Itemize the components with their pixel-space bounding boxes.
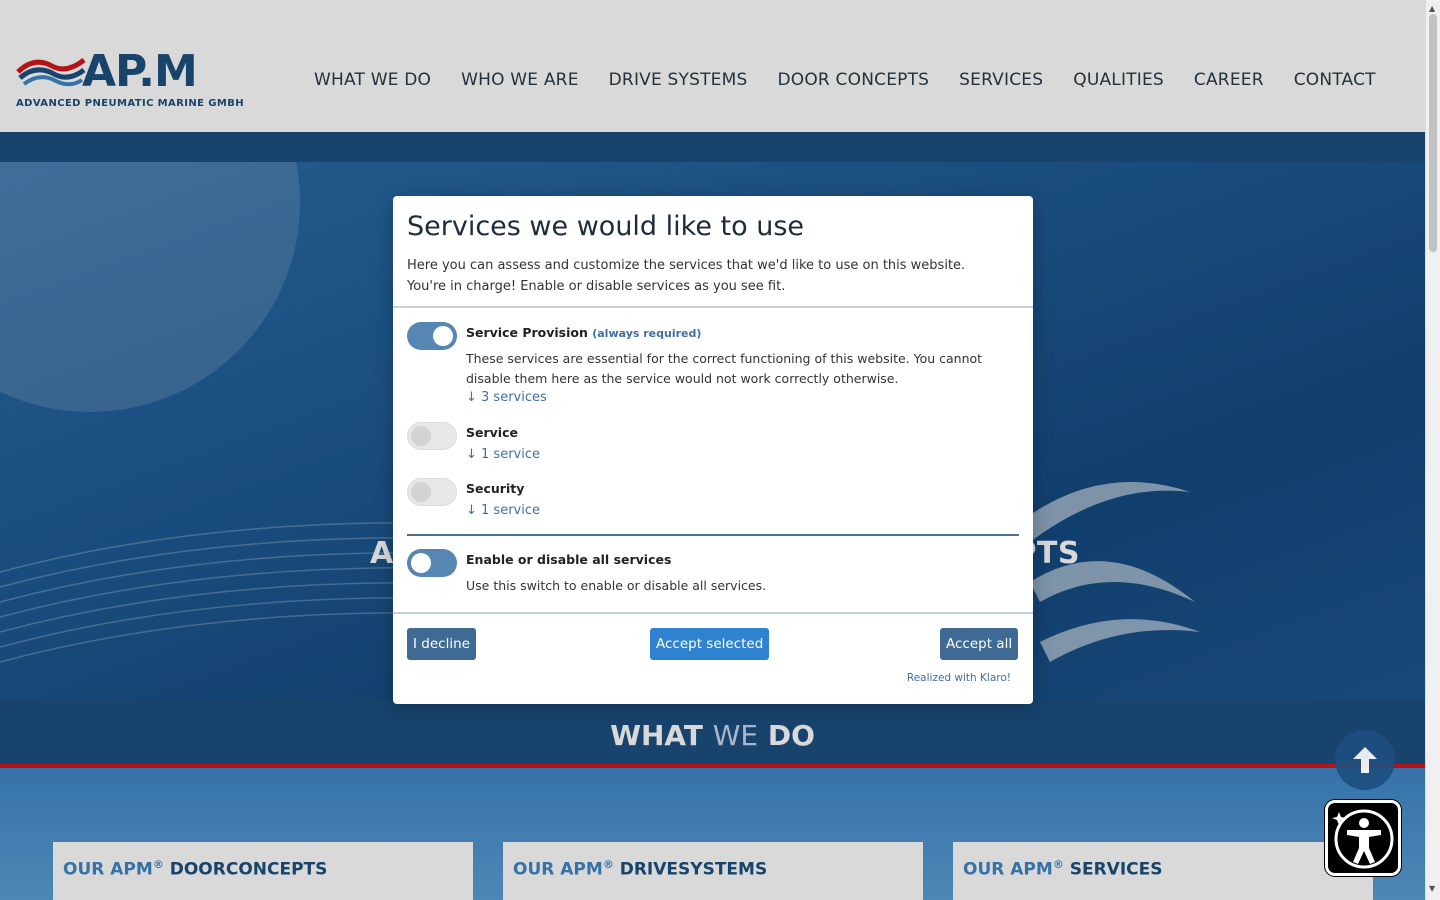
accept-selected-button[interactable]: Accept selected: [650, 628, 770, 660]
purpose-security: Security ↓ 1 service: [466, 481, 540, 518]
purpose-title: Service Provision (always required): [466, 325, 1006, 340]
toggle-knob: [411, 426, 431, 446]
accept-all-button[interactable]: Accept all: [940, 628, 1019, 660]
modal-footer: I decline Accept selected Accept all Rea…: [393, 614, 1033, 702]
decline-button[interactable]: I decline: [407, 628, 476, 660]
purpose-description: These services are essential for the cor…: [466, 351, 983, 386]
modal-title: Services we would like to use: [407, 211, 804, 242]
toggle-knob: [433, 326, 453, 346]
toggle-knob: [411, 482, 431, 502]
page-scrollbar[interactable]: ▲ ▼: [1425, 0, 1440, 900]
toggle-all-services[interactable]: [407, 549, 457, 577]
toggle-service[interactable]: [407, 422, 457, 450]
purpose-title: Service: [466, 425, 518, 440]
arrow-up-icon: [1353, 747, 1377, 773]
purpose-title: Security: [466, 481, 525, 496]
always-required-label: (always required): [592, 327, 702, 340]
purpose-services-link[interactable]: ↓ 3 services: [466, 390, 1006, 405]
all-services-description: Use this switch to enable or disable all…: [466, 578, 767, 593]
scroll-down-arrow-icon[interactable]: ▼: [1429, 884, 1435, 893]
scrollbar-thumb[interactable]: [1429, 14, 1437, 252]
scroll-to-top-button[interactable]: [1335, 730, 1395, 790]
scroll-up-arrow-icon[interactable]: ▲: [1429, 4, 1435, 13]
purpose-service-provision: Service Provision (always required) Thes…: [466, 325, 1006, 405]
all-services-control: Enable or disable all services Use this …: [466, 552, 1006, 596]
purpose-service: Service ↓ 1 service: [466, 425, 540, 462]
modal-header: Services we would like to use Here you c…: [393, 196, 1033, 308]
modal-description: Here you can assess and customize the se…: [407, 258, 966, 294]
toggle-knob: [411, 553, 431, 573]
all-services-title: Enable or disable all services: [466, 552, 672, 567]
klaro-link[interactable]: Realized with Klaro!: [907, 672, 1011, 684]
toggle-service-provision[interactable]: [407, 322, 457, 350]
accessibility-button[interactable]: [1325, 800, 1401, 876]
modal-body: Service Provision (always required) Thes…: [393, 308, 1033, 614]
purpose-title-text: Service Provision: [466, 325, 588, 340]
accessibility-icon: [1332, 809, 1394, 869]
modal-divider: [407, 534, 1019, 536]
toggle-security[interactable]: [407, 478, 457, 506]
cookie-consent-modal: Services we would like to use Here you c…: [393, 196, 1033, 704]
purpose-services-link[interactable]: ↓ 1 service: [466, 503, 540, 518]
purpose-services-link[interactable]: ↓ 1 service: [466, 447, 540, 462]
